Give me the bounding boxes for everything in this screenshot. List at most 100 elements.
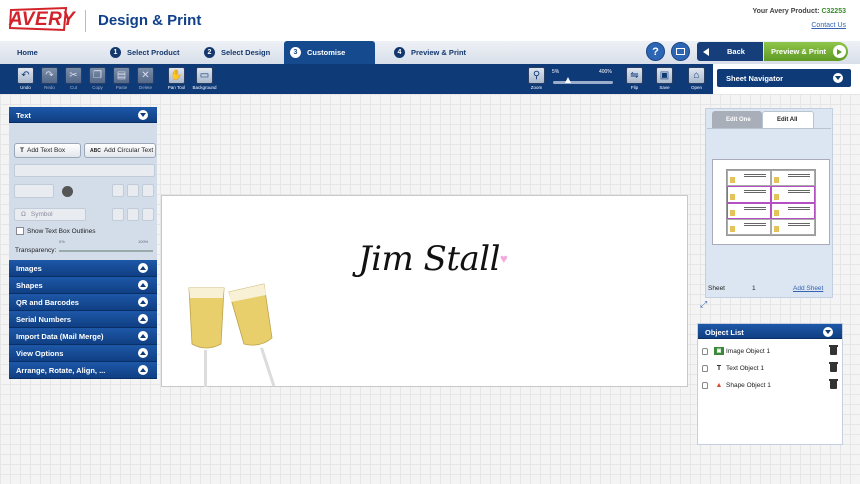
step-select-design[interactable]: 2 Select Design [204,41,270,64]
shapes-panel-header[interactable]: Shapes [9,277,157,294]
transparency-slider[interactable] [59,250,153,252]
name-text-object[interactable]: Jim Stall [358,239,501,279]
lock-icon[interactable] [702,381,708,389]
tool-label: Open [690,85,702,90]
object-row-image[interactable]: ▣ Image Object 1 [698,343,842,359]
arrange-panel-header[interactable]: Arrange, Rotate, Align, ... [9,362,157,379]
expand-icon[interactable]: ⤢ [700,299,707,310]
qr-barcodes-panel-header[interactable]: QR and Barcodes [9,294,157,311]
edit-all-tab[interactable]: Edit All [762,111,814,128]
object-row-shape[interactable]: ▲ Shape Object 1 [698,377,842,393]
bold-button[interactable] [112,184,124,197]
chevron-up-icon[interactable] [138,314,148,324]
panel-title: Arrange, Rotate, Align, ... [16,366,106,375]
tab-divider [707,128,831,129]
undo-icon: ↶ [17,67,34,84]
chevron-up-icon[interactable] [138,280,148,290]
sheet-preview[interactable] [712,159,830,245]
screen-button[interactable] [671,42,690,61]
step-home[interactable]: Home [17,41,38,64]
show-outlines-checkbox[interactable] [16,227,24,235]
flip-button[interactable]: ⇋ Flip [625,67,644,93]
preview-print-button[interactable]: Preview & Print [764,42,848,61]
align-center-button[interactable] [127,208,139,221]
chevron-up-icon[interactable] [138,331,148,341]
trash-icon[interactable] [829,362,838,372]
text-color-swatch[interactable] [62,186,73,197]
label-thumb [727,202,771,219]
edit-one-tab[interactable]: Edit One [712,111,762,128]
add-sheet-link[interactable]: Add Sheet [793,285,823,292]
delete-button[interactable]: ✕ Delete [136,67,155,93]
glass-right [228,283,276,387]
left-panel: Text T Add Text Box ABC Add Circular Text … [9,107,157,379]
undo-button[interactable]: ↶ Undo [16,67,35,93]
step-label: Select Design [221,48,271,57]
text-panel-header[interactable]: Text [9,107,157,123]
import-data-panel-header[interactable]: Import Data (Mail Merge) [9,328,157,345]
preview-print-label: Preview & Print [771,47,827,56]
zoom-slider[interactable] [553,81,613,84]
help-button[interactable]: ? [646,42,665,61]
add-text-box-label: Add Text Box [26,147,66,154]
label-thumb [727,186,771,203]
object-row-text[interactable]: T Text Object 1 [698,360,842,376]
pan-tool-button[interactable]: ✋ Pan Tool [167,67,186,93]
back-label: Back [727,47,745,56]
font-size-select[interactable] [14,184,54,198]
open-button[interactable]: ⌂ Open [687,67,706,93]
chevron-up-icon[interactable] [138,365,148,375]
italic-button[interactable] [127,184,139,197]
lock-icon[interactable] [702,364,708,372]
symbol-select[interactable]: Ω Symbol [14,208,86,221]
paste-button[interactable]: ▤ Paste [112,67,131,93]
align-right-button[interactable] [142,208,154,221]
chevron-down-icon[interactable] [138,110,148,120]
back-button[interactable]: Back [697,42,763,61]
panel-title: Images [16,264,42,273]
tool-label: Delete [138,85,152,90]
panel-title: View Options [16,349,64,358]
save-button[interactable]: ▣ Save [655,67,674,93]
sheet-navigator-header[interactable]: Sheet Navigator [717,69,851,87]
flip-icon: ⇋ [626,67,643,84]
view-options-panel-header[interactable]: View Options [9,345,157,362]
serial-numbers-panel-header[interactable]: Serial Numbers [9,311,157,328]
scissors-icon: ✂ [65,67,82,84]
lock-icon[interactable] [702,347,708,355]
copy-button[interactable]: ❐ Copy [88,67,107,93]
chevron-down-icon[interactable] [833,73,843,83]
add-circular-text-button[interactable]: ABC Add Circular Text [84,143,156,158]
font-family-select[interactable] [14,164,155,177]
cut-button[interactable]: ✂ Cut [64,67,83,93]
step-preview-print[interactable]: 4 Preview & Print [394,41,466,64]
champagne-glasses-image[interactable] [184,282,279,387]
chevron-up-icon[interactable] [138,348,148,358]
align-left-button[interactable] [112,208,124,221]
heart-shape-icon[interactable]: ♥ [500,251,508,266]
step-number: 2 [204,47,215,58]
add-text-box-button[interactable]: T Add Text Box [14,143,81,158]
redo-button[interactable]: ↷ Redo [40,67,59,93]
background-button[interactable]: ▭ Background [192,67,217,93]
zoom-slider-thumb[interactable] [565,77,571,83]
object-list-header[interactable]: Object List [698,324,842,339]
images-panel-header[interactable]: Images [9,260,157,277]
step-customise[interactable]: 3 Customise [284,41,375,64]
toolbar: ↶ Undo ↷ Redo ✂ Cut ❐ Copy ▤ Paste ✕ Delete ✋ P… [0,64,713,94]
trash-icon[interactable] [829,345,838,355]
tool-label: Undo [20,85,31,90]
zoom-button[interactable]: ⚲ Zoom [527,67,546,93]
contact-us-link[interactable]: Contact Us [811,22,846,29]
label-thumb [771,218,815,235]
label-canvas[interactable] [161,195,688,387]
delete-x-icon: ✕ [137,67,154,84]
chevron-up-icon[interactable] [138,263,148,273]
avery-logo[interactable]: AVERY [9,9,75,31]
trash-icon[interactable] [829,379,838,389]
chevron-up-icon[interactable] [138,297,148,307]
chevron-down-icon[interactable] [823,327,833,337]
underline-button[interactable] [142,184,154,197]
step-select-product[interactable]: 1 Select Product [110,41,180,64]
product-info: Your Avery Product: C32253 [752,8,846,15]
